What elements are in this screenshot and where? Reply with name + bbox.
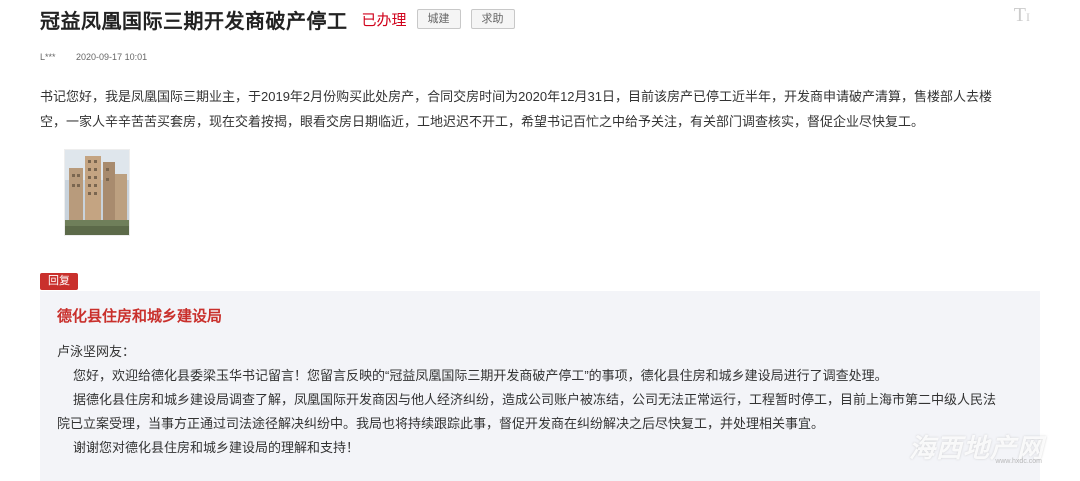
reply-panel: 德化县住房和城乡建设局 卢泳坚网友： 您好，欢迎给德化县委梁玉华书记留言！您留言… (40, 291, 1040, 481)
category-tag-urban[interactable]: 城建 (416, 9, 461, 29)
category-tag-help[interactable]: 求助 (470, 9, 515, 29)
reply-body: 卢泳坚网友： 您好，欢迎给德化县委梁玉华书记留言！您留言反映的“冠益凤凰国际三期… (57, 340, 1027, 460)
reply-line: 您好，欢迎给德化县委梁玉华书记留言！您留言反映的“冠益凤凰国际三期开发商破产停工… (73, 368, 888, 383)
reply-line: 谢谢您对德化县住房和城乡建设局的理解和支持！ (73, 440, 360, 455)
font-size-toggle-small-glyph: I (1026, 10, 1030, 24)
attachment-photo-thumbnail[interactable] (64, 149, 130, 236)
font-size-toggle-label: T (1013, 4, 1026, 26)
reply-badge: 回复 (40, 273, 78, 290)
message-line: 空，一家人辛辛苦苦买套房，现在交着按揭，眼看交房日期临近，工地迟迟不开工，希望书… (40, 114, 925, 129)
reply-line: 院已立案受理，当事方正通过司法途径解决纠纷中。我局也将持续跟踪此事，督促开发商在… (57, 416, 825, 431)
message-body: 书记您好，我是凤凰国际三期业主，于2019年2月份购买此处房产，合同交房时间为2… (40, 84, 1040, 134)
status-label: 已办理 (361, 11, 407, 29)
page-title: 冠益凤凰国际三期开发商破产停工 (40, 10, 348, 33)
author-name: L*** (40, 52, 56, 62)
message-line: 书记您好，我是凤凰国际三期业主，于2019年2月份购买此处房产，合同交房时间为2… (40, 89, 992, 104)
font-size-toggle-icon[interactable]: TI (1014, 4, 1030, 27)
reply-department: 德化县住房和城乡建设局 (57, 308, 223, 325)
message-meta: L*** 2020-09-17 10:01 (40, 52, 165, 62)
reply-salutation: 卢泳坚网友： (57, 344, 136, 359)
message-header: 冠益凤凰国际三期开发商破产停工 已办理 城建 求助 (40, 4, 515, 34)
post-datetime: 2020-09-17 10:01 (76, 52, 148, 62)
reply-line: 据德化县住房和城乡建设局调查了解，凤凰国际开发商因与他人经济纠纷，造成公司账户被… (73, 392, 997, 407)
watermark-url: www.hxdc.com (995, 458, 1042, 465)
building-photo-icon (65, 150, 129, 235)
